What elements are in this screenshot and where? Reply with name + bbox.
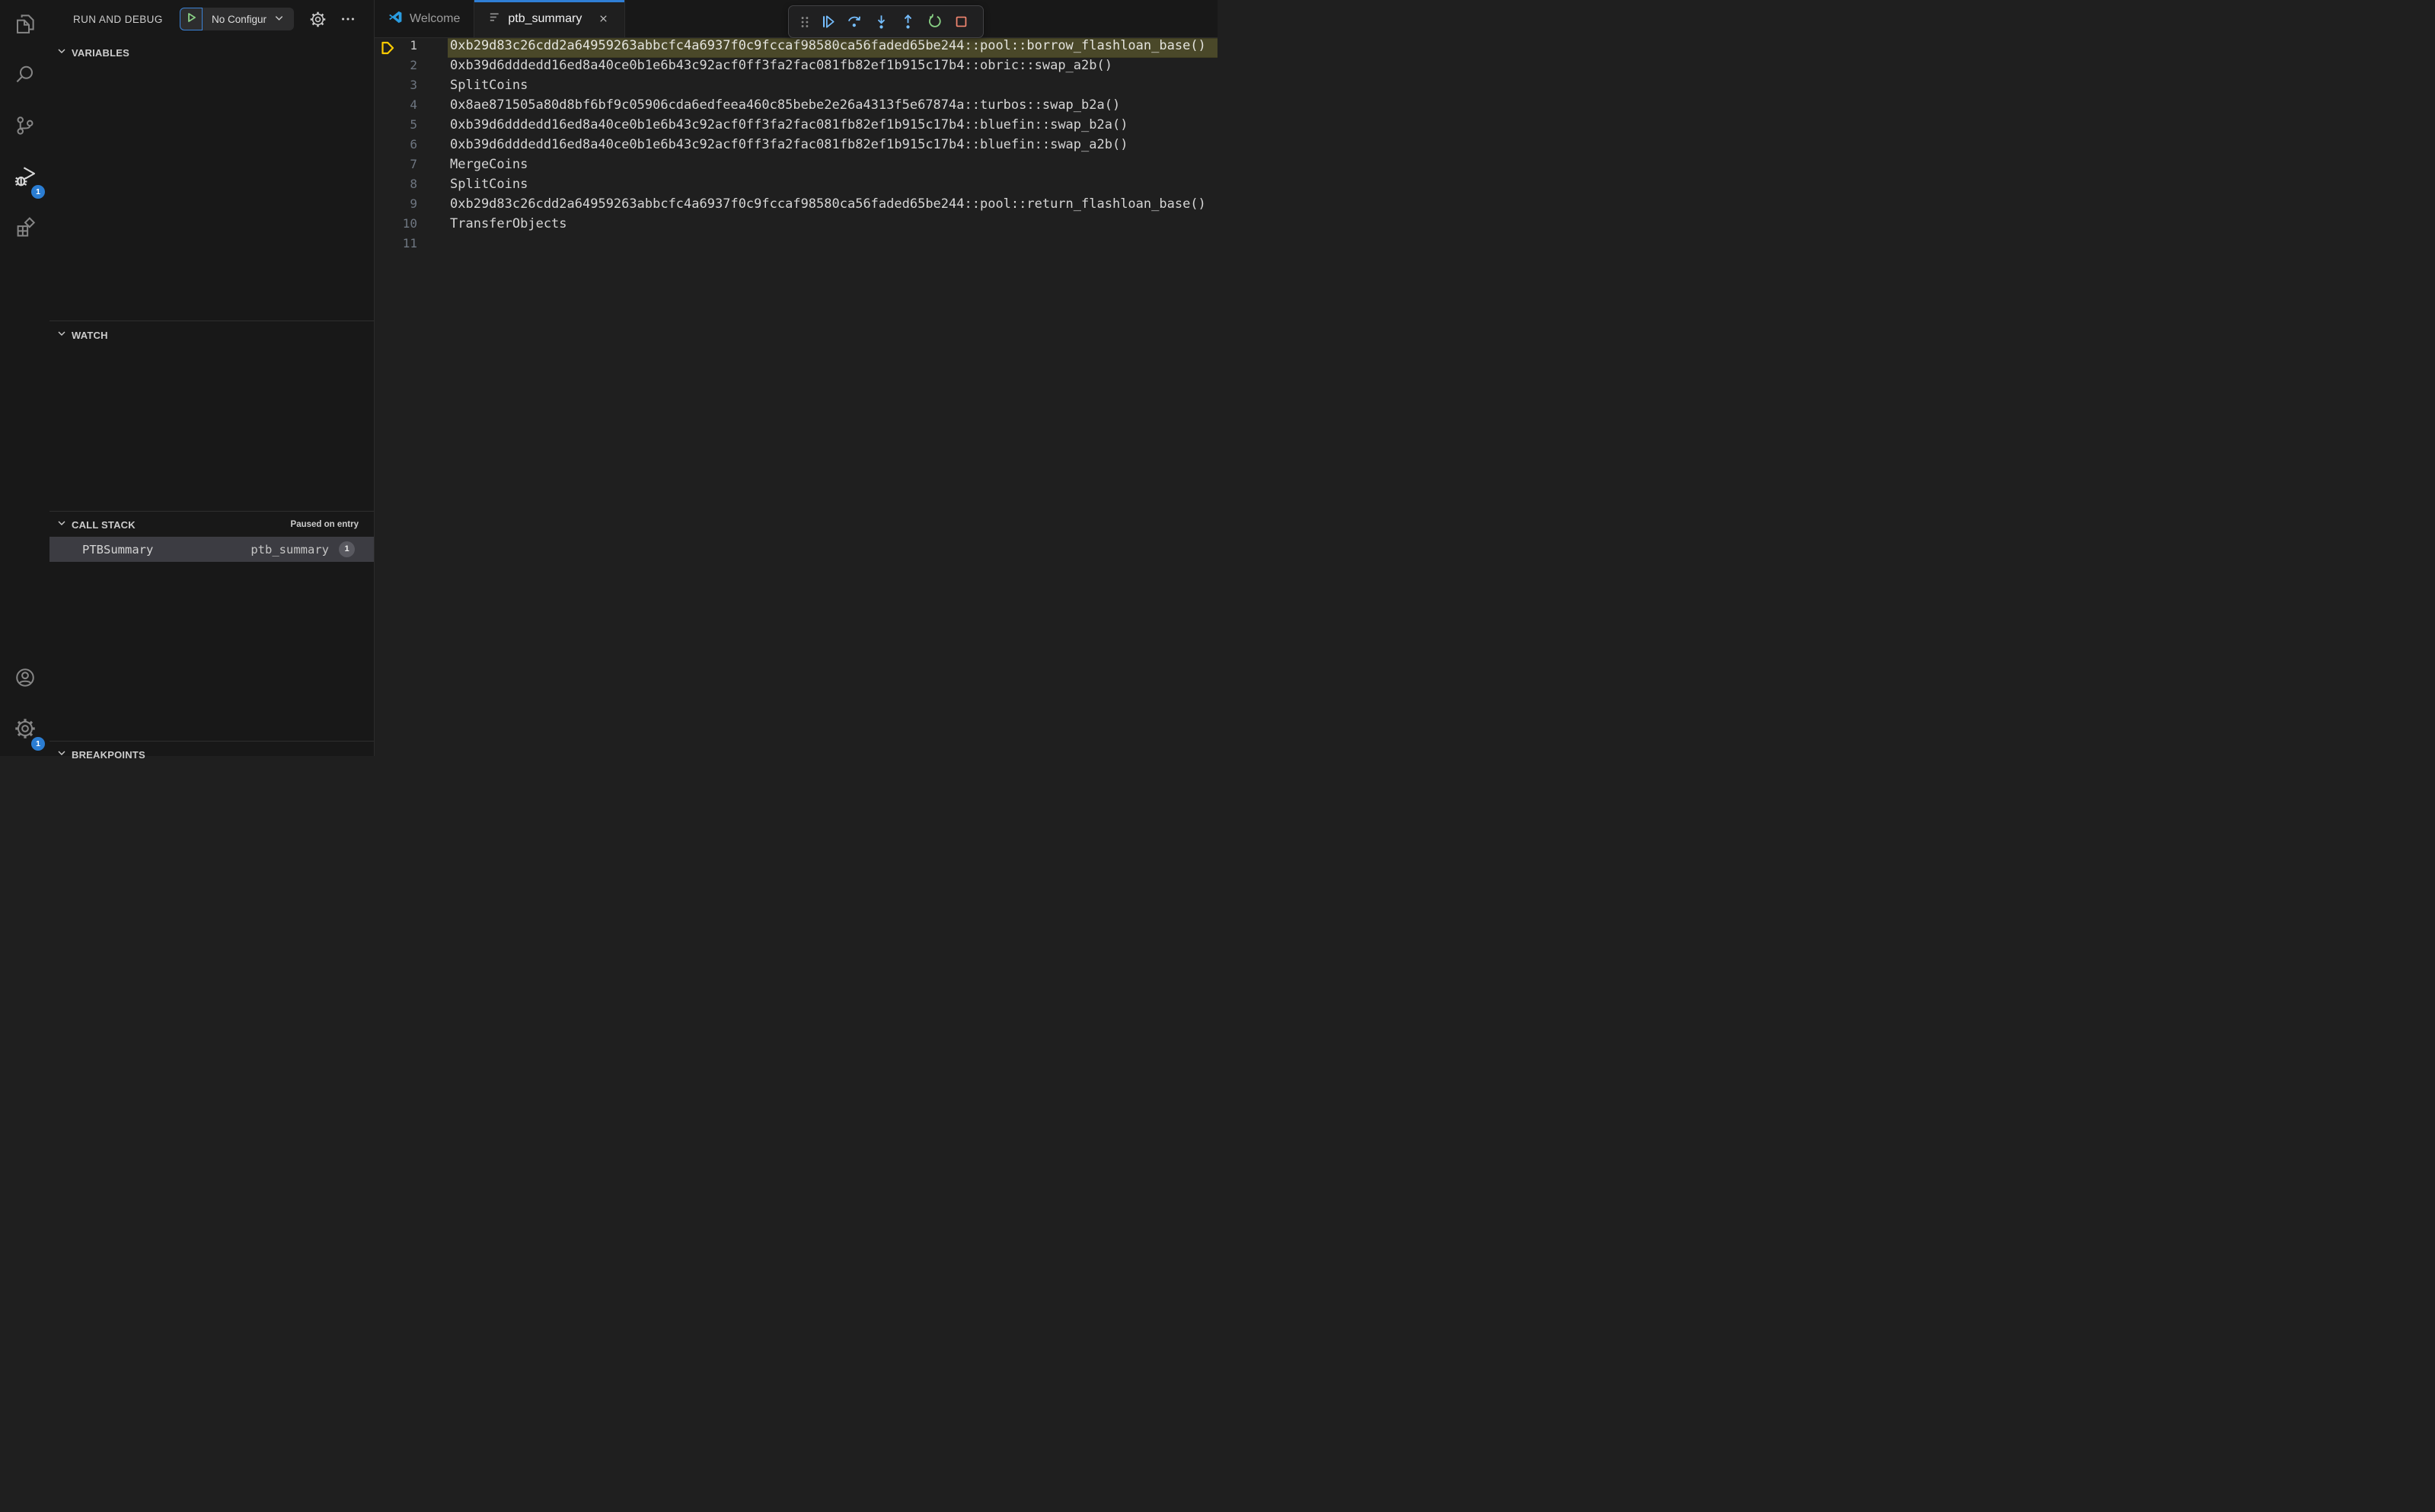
activity-item-search[interactable] — [0, 51, 49, 102]
step-over-button[interactable] — [841, 10, 868, 34]
code-line[interactable]: 6 0xb39d6dddedd16ed8a40ce0b1e6b43c92acf0… — [375, 137, 1218, 157]
tab-ptb-summary[interactable]: ptb_summary — [474, 0, 626, 37]
restart-button[interactable] — [921, 10, 948, 34]
line-text: TransferObjects — [450, 216, 567, 231]
activity-item-explorer[interactable] — [0, 0, 49, 51]
line-text — [448, 236, 1218, 256]
section-label: WATCH — [72, 329, 108, 341]
line-text: 0xb39d6dddedd16ed8a40ce0b1e6b43c92acf0ff… — [450, 137, 1128, 152]
line-number[interactable]: 8 — [375, 177, 417, 196]
chevron-down-icon — [56, 517, 68, 533]
launch-control: No Configur — [180, 8, 295, 30]
line-text: 0xb39d6dddedd16ed8a40ce0b1e6b43c92acf0ff… — [450, 58, 1112, 73]
activity-item-account[interactable] — [0, 654, 49, 705]
code-line[interactable]: 11 — [375, 236, 1218, 256]
section-label: BREAKPOINTS — [72, 748, 145, 761]
code-line[interactable]: 1 0xb29d83c26cdd2a64959263abbcfc4a6937f0… — [375, 38, 1218, 58]
section-divider — [49, 511, 374, 512]
code-line[interactable]: 9 0xb29d83c26cdd2a64959263abbcfc4a6937f0… — [375, 196, 1218, 216]
line-number[interactable]: 7 — [375, 157, 417, 177]
line-text: 0xb29d83c26cdd2a64959263abbcfc4a6937f0c9… — [448, 38, 1218, 58]
code-line[interactable]: 7 MergeCoins — [375, 157, 1218, 177]
code-line[interactable]: 4 0x8ae871505a80d8bf6bf9c05906cda6edfeea… — [375, 97, 1218, 117]
code-line[interactable]: 10 TransferObjects — [375, 216, 1218, 236]
chevron-down-icon — [56, 45, 68, 61]
call-stack-status: Paused on entry — [290, 520, 359, 529]
code-line[interactable]: 8 SplitCoins — [375, 177, 1218, 196]
code-editor[interactable]: 1 0xb29d83c26cdd2a64959263abbcfc4a6937f0… — [375, 38, 1218, 256]
line-text: 0x8ae871505a80d8bf6bf9c05906cda6edfeea46… — [450, 97, 1121, 113]
activity-item-source-control[interactable] — [0, 102, 49, 153]
tab-label: ptb_summary — [508, 11, 582, 25]
code-line[interactable]: 3 SplitCoins — [375, 78, 1218, 97]
activity-item-extensions[interactable] — [0, 204, 49, 255]
section-divider — [49, 741, 374, 742]
line-text: SplitCoins — [450, 78, 528, 93]
gear-icon — [309, 11, 327, 31]
code-line[interactable]: 2 0xb39d6dddedd16ed8a40ce0b1e6b43c92acf0… — [375, 58, 1218, 78]
section-header-variables[interactable]: VARIABLES — [49, 43, 374, 62]
search-icon — [14, 63, 37, 90]
line-number[interactable]: 11 — [375, 236, 417, 256]
debug-toolbar — [788, 5, 984, 38]
section-header-call-stack[interactable]: CALL STACK Paused on entry — [49, 515, 374, 534]
frame-name: PTBSummary — [82, 542, 154, 557]
section-header-watch[interactable]: WATCH — [49, 325, 374, 345]
section-label: CALL STACK — [72, 518, 136, 531]
play-icon — [184, 11, 198, 28]
files-icon — [14, 12, 37, 39]
debug-current-line-marker-icon — [379, 40, 396, 60]
tab-welcome[interactable]: Welcome — [375, 0, 475, 37]
chevron-down-icon — [56, 327, 68, 343]
line-number[interactable]: 5 — [375, 117, 417, 137]
run-debug-badge: 1 — [31, 185, 45, 199]
section-label: VARIABLES — [72, 46, 129, 59]
sidebar-title: RUN AND DEBUG — [73, 13, 163, 25]
toolbar-drag-handle[interactable] — [795, 10, 815, 34]
frame-source: ptb_summary — [251, 542, 329, 557]
chevron-down-icon — [56, 747, 68, 763]
line-number[interactable]: 4 — [375, 97, 417, 117]
active-tab-indicator — [474, 0, 625, 2]
continue-button[interactable] — [815, 10, 841, 34]
editor-group: Welcome ptb_summary 1 0xb29d83c26cdd2a64… — [374, 0, 1218, 756]
list-file-icon — [488, 11, 501, 27]
vscode-logo-icon — [388, 10, 403, 28]
open-launch-json-button[interactable] — [309, 11, 327, 32]
source-control-icon — [14, 114, 37, 141]
extensions-icon — [14, 216, 37, 243]
activity-bar: 1 1 — [0, 0, 49, 756]
line-number[interactable]: 6 — [375, 137, 417, 157]
chevron-down-icon — [273, 12, 285, 26]
activity-item-settings[interactable]: 1 — [0, 705, 49, 756]
step-out-button[interactable] — [895, 10, 921, 34]
debug-config-dropdown[interactable]: No Configur — [203, 8, 295, 30]
line-number[interactable]: 9 — [375, 196, 417, 216]
stop-button[interactable] — [948, 10, 975, 34]
line-text: MergeCoins — [450, 157, 528, 172]
debug-config-label: No Configur — [212, 13, 267, 25]
line-text: 0xb29d83c26cdd2a64959263abbcfc4a6937f0c9… — [450, 196, 1206, 212]
line-text: 0xb39d6dddedd16ed8a40ce0b1e6b43c92acf0ff… — [450, 117, 1128, 132]
account-icon — [14, 666, 37, 693]
frame-count-badge: 1 — [339, 541, 355, 557]
line-number[interactable]: 10 — [375, 216, 417, 236]
line-number[interactable]: 3 — [375, 78, 417, 97]
section-header-breakpoints[interactable]: BREAKPOINTS — [49, 745, 374, 764]
activity-item-run-and-debug[interactable]: 1 — [0, 153, 49, 204]
start-debug-button[interactable] — [180, 8, 203, 30]
views-more-actions-button[interactable] — [340, 11, 356, 31]
settings-badge: 1 — [31, 737, 45, 751]
run-and-debug-sidebar: RUN AND DEBUG No Configur VARIABLES WATC… — [49, 0, 374, 761]
tab-label: Welcome — [410, 11, 461, 25]
line-number[interactable]: 2 — [375, 58, 417, 78]
step-into-button[interactable] — [868, 10, 895, 34]
more-actions-icon — [340, 18, 356, 30]
call-stack-frame-row[interactable]: PTBSummary ptb_summary 1 — [49, 537, 374, 562]
close-tab-icon[interactable] — [596, 11, 611, 26]
code-line[interactable]: 5 0xb39d6dddedd16ed8a40ce0b1e6b43c92acf0… — [375, 117, 1218, 137]
line-text: SplitCoins — [450, 177, 528, 192]
